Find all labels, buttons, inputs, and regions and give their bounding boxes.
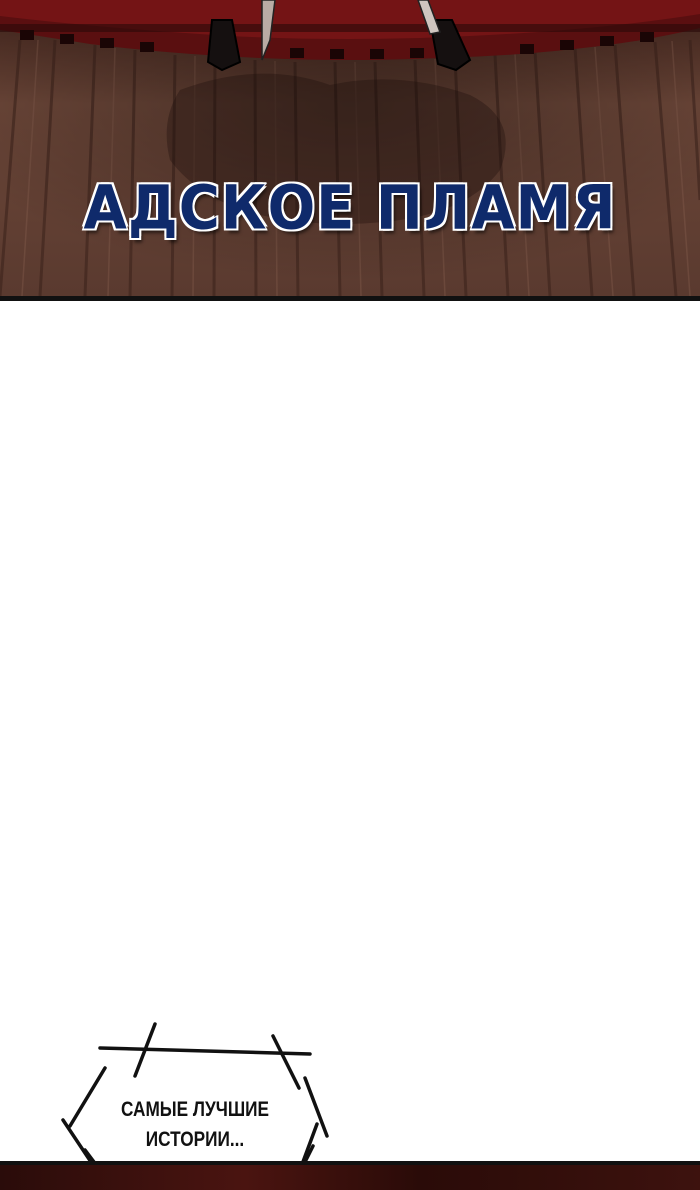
- bottom-comic-panel-edge: [0, 1161, 700, 1190]
- hall-scene-illustration: [0, 0, 700, 296]
- sfx-title: АДСКОЕ ПЛАМЯ: [82, 172, 617, 244]
- caption-line-1: САМЫЕ ЛУЧШИЕ: [121, 1098, 269, 1121]
- caption-text: САМЫЕ ЛУЧШИЕ ИСТОРИИ...: [113, 1095, 277, 1155]
- top-comic-panel: АДСКОЕ ПЛАМЯ: [0, 0, 700, 301]
- caption-line-2: ИСТОРИИ...: [145, 1128, 245, 1151]
